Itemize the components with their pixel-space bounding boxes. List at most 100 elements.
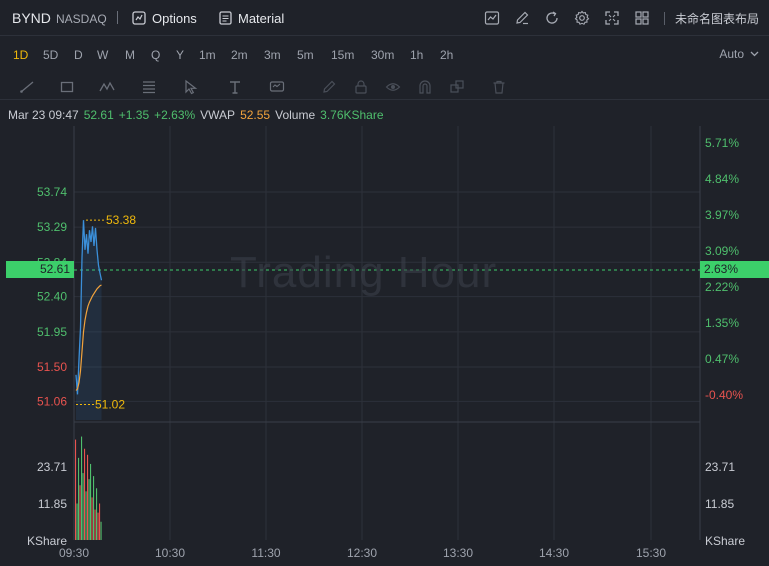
annotation-icon[interactable] <box>266 78 288 96</box>
interval-q[interactable]: Q <box>151 48 160 62</box>
left-axis-tick-label: 53.29 <box>37 220 67 234</box>
trash-icon[interactable] <box>488 78 510 96</box>
interval-bar: 1D 5D D W M Q Y 1m 2m 3m 5m 15m 30m 1h 2… <box>0 40 769 70</box>
right-axis-tick-label: 3.97% <box>705 208 739 222</box>
left-axis-tick-label: 53.74 <box>37 185 67 199</box>
scale-dropdown[interactable]: Auto <box>719 47 759 61</box>
header-actions: 未命名图表布局 <box>472 8 759 28</box>
interval-2h[interactable]: 2h <box>440 48 453 62</box>
chevron-down-icon <box>750 51 759 57</box>
x-axis-tick-label: 15:30 <box>636 546 666 560</box>
left-axis-tick-label: 51.95 <box>37 325 67 339</box>
legend-change: +1.35 <box>118 108 150 122</box>
exchange-label: NASDAQ <box>56 12 107 26</box>
volume-axis-label-left: 23.71 <box>37 460 67 474</box>
interval-2m[interactable]: 2m <box>231 48 248 62</box>
price-chart[interactable]: 53.7453.2952.8452.4051.9551.5051.065.71%… <box>0 126 769 566</box>
volume-bar <box>90 463 92 540</box>
cursor-icon[interactable] <box>180 78 202 96</box>
eye-icon[interactable] <box>382 78 404 96</box>
ticker-symbol[interactable]: BYND <box>12 10 51 26</box>
fib-icon[interactable] <box>138 78 160 96</box>
material-button[interactable]: Material <box>219 9 284 27</box>
volume-bar <box>84 448 86 540</box>
legend-datetime: Mar 23 09:47 <box>8 108 79 122</box>
drawing-toolbar <box>0 74 769 100</box>
volume-bar <box>99 503 101 540</box>
volume-axis-label-left: 11.85 <box>38 497 67 511</box>
left-axis-tick-label: 52.40 <box>37 290 67 304</box>
right-axis-tick-label: -0.40% <box>705 388 743 402</box>
document-icon <box>219 11 232 25</box>
volume-bar <box>91 497 93 540</box>
scale-label: Auto <box>719 47 744 61</box>
interval-w[interactable]: W <box>97 48 108 62</box>
right-axis-tick-label: 4.84% <box>705 172 739 186</box>
volume-bar <box>100 521 102 540</box>
legend-vwap-value: 52.55 <box>240 108 271 122</box>
layout-name-dropdown[interactable]: 未命名图表布局 <box>675 10 759 27</box>
options-label: Options <box>152 10 197 26</box>
interval-3m[interactable]: 3m <box>264 48 281 62</box>
rectangle-icon[interactable] <box>56 78 78 96</box>
right-axis-tick-label: 3.09% <box>705 244 739 258</box>
volume-bar <box>96 488 98 540</box>
text-tool-icon[interactable] <box>224 78 246 96</box>
magnet-icon[interactable] <box>414 78 436 96</box>
left-axis-tick-label: 51.50 <box>37 360 67 374</box>
low-marker-label: 51.02 <box>95 398 125 412</box>
interval-m[interactable]: M <box>125 48 135 62</box>
volume-bar <box>93 476 95 540</box>
interval-1m[interactable]: 1m <box>199 48 216 62</box>
volume-bar <box>79 485 81 540</box>
interval-d[interactable]: D <box>74 48 83 62</box>
volume-bar <box>88 479 90 540</box>
interval-1h[interactable]: 1h <box>410 48 423 62</box>
options-button[interactable]: Options <box>132 9 197 27</box>
interval-1d[interactable]: 1D <box>13 48 28 62</box>
legend-price: 52.61 <box>83 108 114 122</box>
options-icon <box>132 11 146 25</box>
interval-15m[interactable]: 15m <box>331 48 354 62</box>
legend-vwap-label: VWAP <box>200 108 236 122</box>
divider <box>117 11 118 24</box>
top-bar: BYND NASDAQ Options Material 未命名图表布局 <box>0 0 769 36</box>
refresh-icon[interactable] <box>542 8 562 28</box>
x-axis-tick-label: 09:30 <box>59 546 89 560</box>
volume-unit-right: KShare <box>705 534 745 548</box>
left-axis-tick-label: 51.06 <box>37 394 67 408</box>
chart-watermark: Trading Hour <box>230 248 498 297</box>
pen-icon[interactable] <box>318 78 340 96</box>
layers-icon[interactable] <box>446 78 468 96</box>
volume-bar <box>82 473 84 540</box>
lock-icon[interactable] <box>350 78 372 96</box>
legend-volume-label: Volume <box>275 108 316 122</box>
fullscreen-icon[interactable] <box>602 8 622 28</box>
volume-bar <box>97 512 99 540</box>
volume-bar <box>78 457 80 540</box>
volume-bar <box>85 491 87 540</box>
volume-bar <box>87 454 89 540</box>
volume-bar <box>94 509 96 540</box>
interval-5d[interactable]: 5D <box>43 48 58 62</box>
interval-y[interactable]: Y <box>176 48 184 62</box>
current-price-tag: 52.61 <box>6 261 74 278</box>
legend-change-pct: +2.63% <box>154 108 196 122</box>
divider <box>663 11 665 25</box>
right-axis-tick-label: 2.22% <box>705 280 739 294</box>
interval-5m[interactable]: 5m <box>297 48 314 62</box>
right-axis-tick-label: 0.47% <box>705 352 739 366</box>
pattern-icon[interactable] <box>96 78 118 96</box>
grid-layout-icon[interactable] <box>632 8 652 28</box>
right-axis-tick-label: 1.35% <box>705 316 739 330</box>
legend-volume-value: 3.76KShare <box>320 108 384 122</box>
volume-axis-label-right: 23.71 <box>705 460 735 474</box>
trend-line-icon[interactable] <box>16 78 38 96</box>
pencil-icon[interactable] <box>512 8 532 28</box>
candle-chart-icon[interactable] <box>482 8 502 28</box>
material-label: Material <box>238 10 285 26</box>
x-axis-tick-label: 13:30 <box>443 546 473 560</box>
interval-30m[interactable]: 30m <box>371 48 394 62</box>
x-axis-tick-label: 12:30 <box>347 546 377 560</box>
gear-icon[interactable] <box>572 8 592 28</box>
